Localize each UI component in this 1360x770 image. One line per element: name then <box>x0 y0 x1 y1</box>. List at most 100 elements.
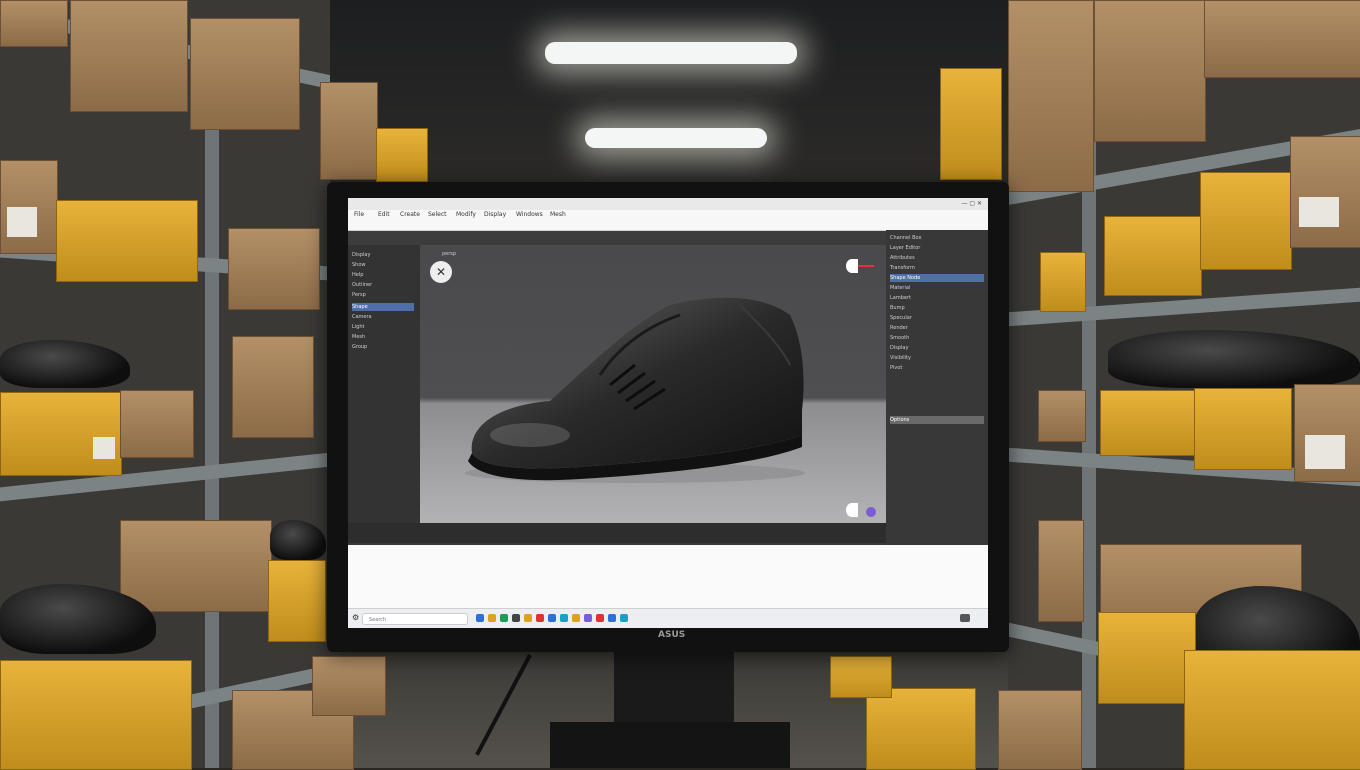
search-input[interactable]: Search <box>362 613 468 625</box>
shelf-upright <box>205 80 219 768</box>
left-panel-item[interactable]: Persp <box>352 291 366 299</box>
left-panel-item[interactable]: Help <box>352 271 363 279</box>
taskbar-app-icon[interactable] <box>596 614 604 622</box>
yellow-box <box>830 656 892 698</box>
windows-icon[interactable]: ⚙ <box>352 613 359 622</box>
menu-item[interactable]: Select <box>428 211 447 218</box>
taskbar: ⚙ Search <box>348 608 988 628</box>
taskbar-app-icon[interactable] <box>608 614 616 622</box>
left-panel: Display Show Help Outliner Persp Shape C… <box>348 245 420 525</box>
right-panel-item[interactable]: Layer Editor <box>890 244 920 252</box>
left-panel-item[interactable]: Camera <box>352 313 372 321</box>
yellow-box <box>866 688 976 770</box>
yellow-box <box>376 128 428 182</box>
cardboard-box <box>190 18 300 130</box>
right-panel-item[interactable]: Display <box>890 344 908 352</box>
taskbar-app-icon[interactable] <box>620 614 628 622</box>
right-panel-item-selected[interactable]: Shape Node <box>890 274 984 282</box>
cardboard-box <box>998 690 1082 770</box>
taskbar-app-icon[interactable] <box>536 614 544 622</box>
light-handle-line <box>858 265 874 267</box>
cardboard-box <box>1290 136 1360 248</box>
menu-item[interactable]: File <box>354 211 364 218</box>
yellow-box <box>1104 216 1202 296</box>
black-shoe <box>1108 330 1360 388</box>
yellow-box <box>268 560 326 642</box>
yellow-box <box>1100 390 1196 456</box>
left-panel-item[interactable]: Outliner <box>352 281 372 289</box>
menu-item[interactable]: Create <box>400 211 420 218</box>
right-panel-item[interactable]: Transform <box>890 264 915 272</box>
yellow-box <box>1184 650 1360 770</box>
camera-handle-icon[interactable] <box>846 503 858 517</box>
menu-item[interactable]: Modify <box>456 211 476 218</box>
cardboard-box <box>1038 520 1084 622</box>
system-tray-icon[interactable] <box>960 614 970 622</box>
right-panel-item[interactable]: Channel Box <box>890 234 921 242</box>
right-panel-item[interactable]: Smooth <box>890 334 909 342</box>
taskbar-app-icon[interactable] <box>524 614 532 622</box>
yellow-box <box>940 68 1002 180</box>
compass-icon[interactable]: ✕ <box>430 261 452 283</box>
monitor-stand <box>614 652 734 732</box>
gizmo-icon[interactable] <box>866 507 876 517</box>
taskbar-app-icon[interactable] <box>548 614 556 622</box>
menu-item[interactable]: Mesh <box>550 211 566 218</box>
cardboard-box <box>1094 0 1206 142</box>
left-panel-item-selected[interactable]: Shape <box>352 303 414 311</box>
cardboard-box <box>228 228 320 310</box>
screen: — ▢ ✕ File Edit Create Select Modify Dis… <box>348 198 988 628</box>
ceiling-light <box>545 42 797 64</box>
yellow-box <box>1098 612 1196 704</box>
cardboard-box <box>120 520 272 612</box>
script-editor[interactable] <box>348 545 988 608</box>
right-panel-item[interactable]: Options <box>890 416 984 424</box>
taskbar-app-icon[interactable] <box>500 614 508 622</box>
left-panel-item[interactable]: Light <box>352 323 364 331</box>
cardboard-box <box>0 160 58 254</box>
left-panel-item[interactable]: Mesh <box>352 333 365 341</box>
right-panel-item[interactable]: Specular <box>890 314 912 322</box>
cardboard-box <box>320 82 378 180</box>
right-panel-item[interactable]: Visibility <box>890 354 911 362</box>
yellow-box <box>1194 388 1292 470</box>
cardboard-box <box>232 336 314 438</box>
menu-item[interactable]: Display <box>484 211 506 218</box>
menu-item[interactable]: Windows <box>516 211 543 218</box>
menu-item[interactable]: Edit <box>378 211 390 218</box>
right-panel-item[interactable]: Lambert <box>890 294 911 302</box>
taskbar-app-icon[interactable] <box>584 614 592 622</box>
yellow-box <box>1200 172 1292 270</box>
taskbar-app-icon[interactable] <box>512 614 520 622</box>
left-panel-item[interactable]: Display <box>352 251 370 259</box>
left-shelving <box>0 0 428 770</box>
taskbar-app-icon[interactable] <box>488 614 496 622</box>
right-panel-item[interactable]: Material <box>890 284 910 292</box>
taskbar-app-icon[interactable] <box>476 614 484 622</box>
3d-viewport[interactable]: persp ✕ <box>420 245 886 523</box>
ceiling-light <box>585 128 767 148</box>
right-panel-item[interactable]: Render <box>890 324 908 332</box>
monitor-stand-base <box>550 722 790 768</box>
taskbar-app-icon[interactable] <box>560 614 568 622</box>
window-controls[interactable]: — ▢ ✕ <box>961 200 982 207</box>
monitor-logo: ASUS <box>658 630 686 640</box>
black-shoe <box>270 520 326 560</box>
yellow-box <box>56 200 198 282</box>
yellow-box <box>0 660 192 770</box>
cardboard-box <box>1294 384 1360 482</box>
right-panel-item[interactable]: Bump <box>890 304 905 312</box>
yellow-box <box>0 392 122 476</box>
right-panel-item[interactable]: Attributes <box>890 254 915 262</box>
shoe-3d-model[interactable] <box>460 285 810 485</box>
timeline[interactable] <box>348 523 886 543</box>
viewport-label: persp <box>442 251 457 257</box>
light-handle-icon[interactable] <box>846 259 858 273</box>
right-shelving <box>940 0 1360 770</box>
left-panel-item[interactable]: Show <box>352 261 366 269</box>
cardboard-box <box>0 0 68 47</box>
right-panel: Channel Box Layer Editor Attributes Tran… <box>886 230 988 545</box>
right-panel-item[interactable]: Pivot <box>890 364 902 372</box>
taskbar-app-icon[interactable] <box>572 614 580 622</box>
left-panel-item[interactable]: Group <box>352 343 367 351</box>
